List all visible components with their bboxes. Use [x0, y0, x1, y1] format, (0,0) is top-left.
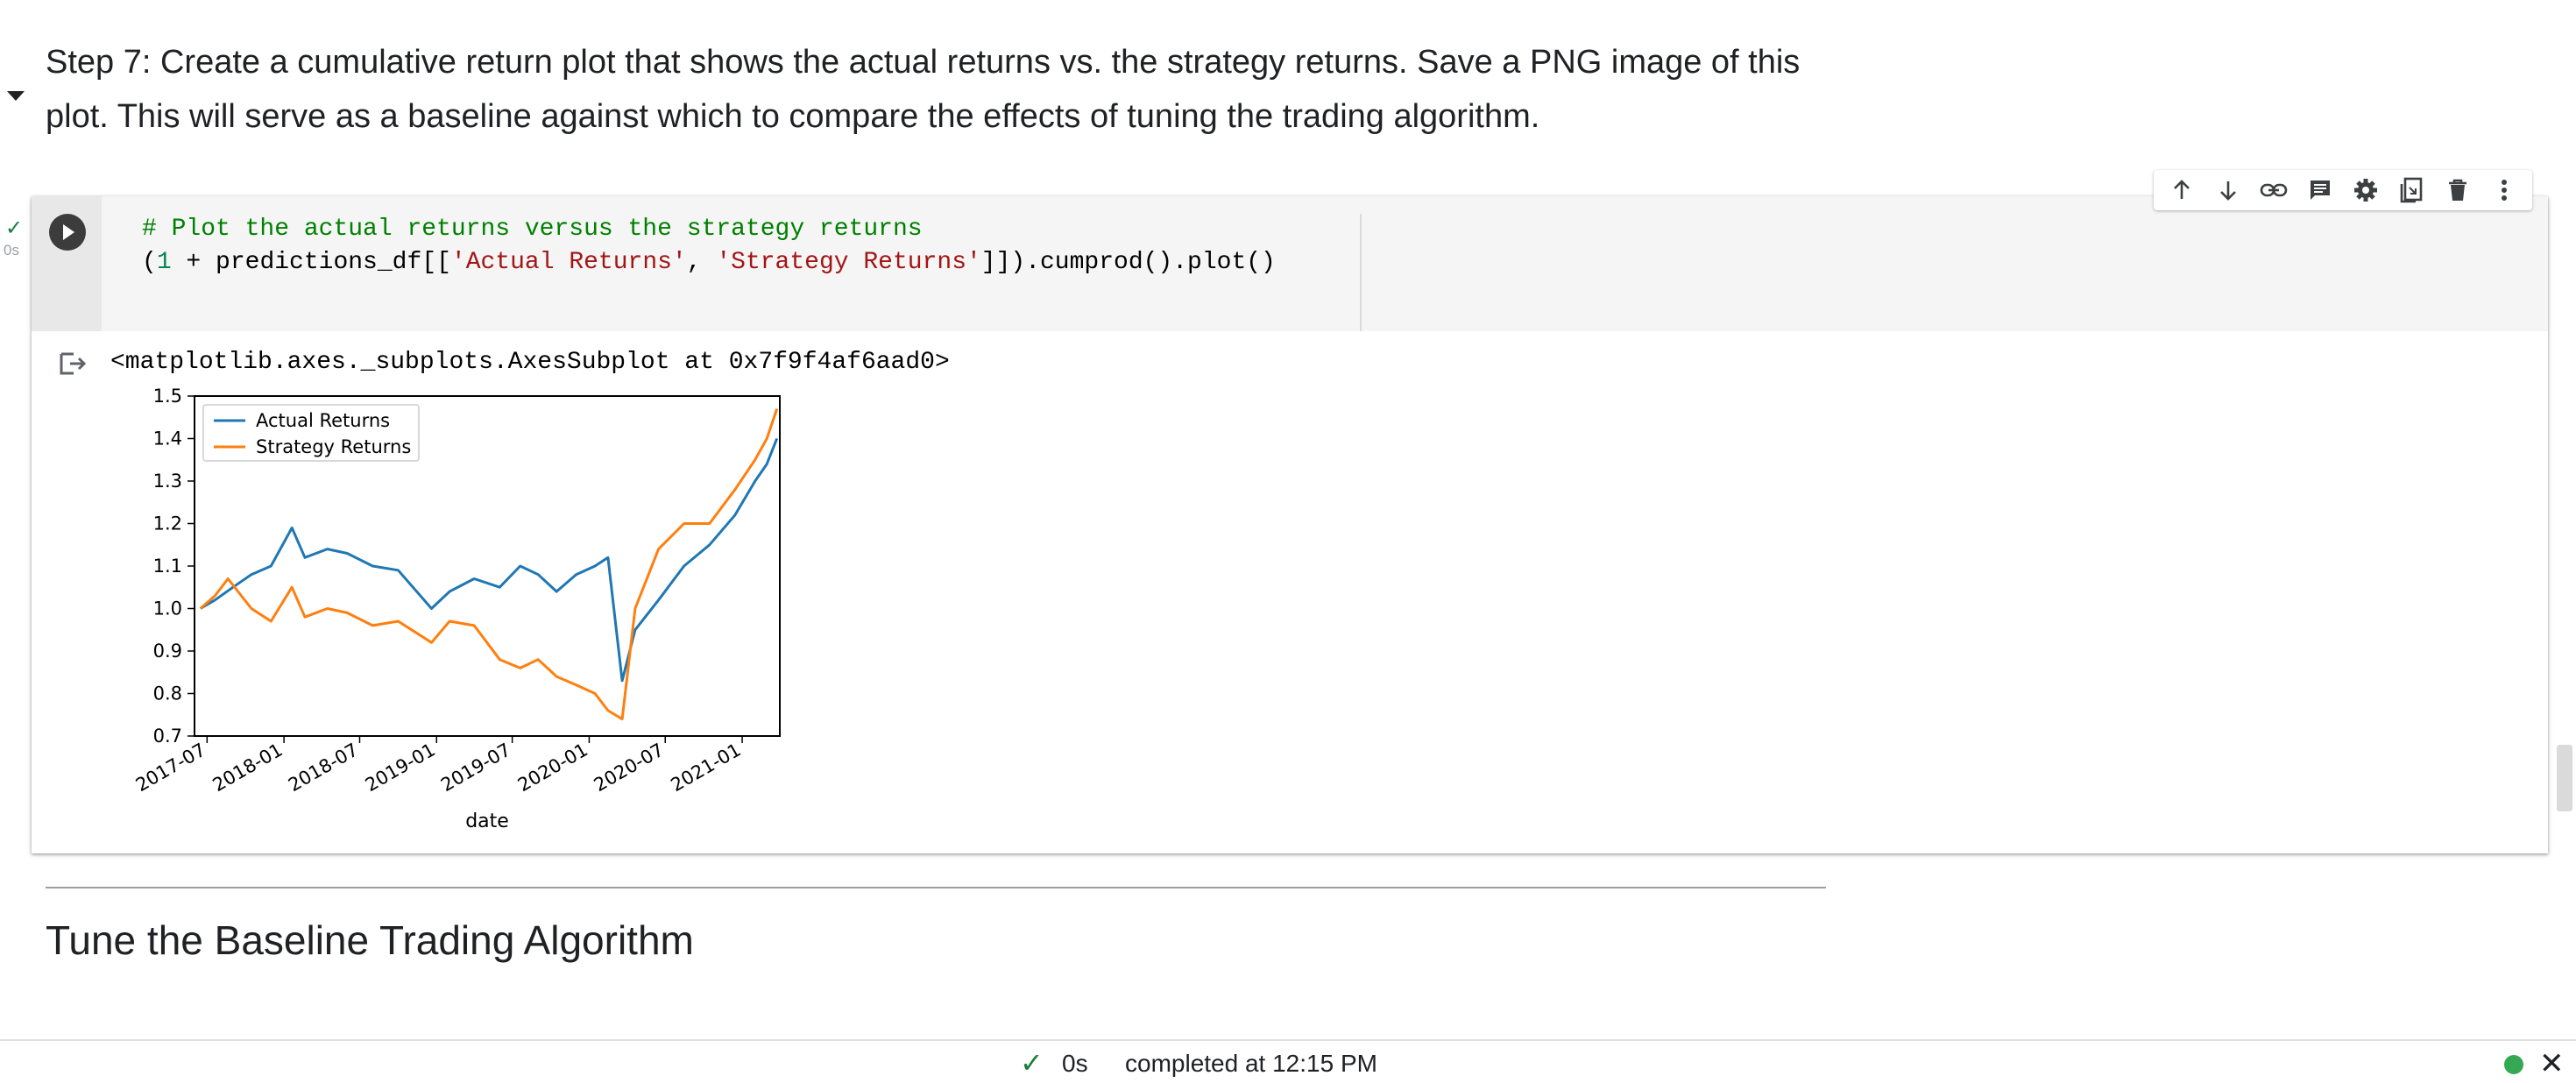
x-axis-ticks: 2017-07 2018-012018-07 2019-012019-07 2020-… [132, 736, 745, 796]
code-cell[interactable]: # Plot the actual returns versus the str… [32, 196, 2548, 853]
vertical-scrollbar-thumb[interactable] [2557, 745, 2572, 811]
move-cell-down-button[interactable] [2209, 173, 2247, 208]
x-tick-label: 2018-07 [285, 740, 362, 796]
code-string-actual: 'Actual Returns' [450, 249, 687, 276]
link-icon [2260, 183, 2288, 197]
arrow-up-icon [2174, 180, 2190, 199]
x-axis-label: date [465, 810, 509, 832]
code-ruler [1360, 214, 1362, 331]
status-check-icon: ✓ [1020, 1047, 1044, 1079]
chart-legend: Actual Returns Strategy Returns [202, 404, 420, 462]
x-tick-label: 2019-01 [362, 740, 439, 796]
delete-cell-button[interactable] [2438, 173, 2477, 208]
cell-gutter [32, 196, 102, 331]
y-tick-label: 1.4 [153, 428, 182, 449]
y-tick-label: 0.8 [153, 683, 182, 704]
y-tick-label: 1.1 [153, 556, 182, 577]
legend-label-actual: Actual Returns [256, 410, 390, 431]
output-repr-text: <matplotlib.axes._subplots.AxesSubplot a… [110, 349, 950, 376]
code-open-paren: ( [142, 249, 157, 276]
section-heading: Tune the Baseline Trading Algorithm [46, 917, 694, 963]
add-comment-button[interactable] [2301, 173, 2339, 208]
run-cell-button[interactable] [49, 214, 86, 251]
code-string-strategy: 'Strategy Returns' [716, 249, 981, 276]
output-redirect-icon[interactable] [58, 350, 88, 377]
cumulative-return-plot: 0.70.80.91.01.11.21.31.41.5 2017-07 2018-… [132, 386, 781, 832]
x-tick-label: 2020-01 [514, 740, 591, 796]
move-cell-up-button[interactable] [2162, 173, 2201, 208]
comment-icon [2310, 180, 2330, 200]
more-cell-actions-button[interactable] [2485, 173, 2523, 208]
section-divider [46, 887, 1826, 888]
y-tick-label: 1.5 [153, 386, 182, 407]
x-tick-label: 2021-01 [668, 740, 745, 796]
code-middle: + predictions_df[[ [171, 249, 451, 276]
link-to-cell-button[interactable] [2254, 173, 2293, 208]
code-statement-line: (1 + predictions_df[['Actual Returns', '… [142, 249, 1276, 276]
mirror-cell-icon [2400, 177, 2423, 203]
x-tick-label: 2018-01 [209, 740, 287, 796]
code-editor[interactable]: # Plot the actual returns versus the str… [102, 196, 2548, 331]
more-vert-icon [2501, 180, 2507, 201]
code-comment-line: # Plot the actual returns versus the str… [142, 216, 923, 243]
trash-icon [2449, 179, 2467, 201]
code-number: 1 [156, 249, 172, 276]
close-status-button[interactable]: ✕ [2539, 1046, 2565, 1081]
y-axis-ticks: 0.7 0.8 0.9 1.0 1.1 1.2 1.3 1.4 1.5 [153, 386, 195, 747]
x-tick-label: 2020-07 [591, 740, 668, 796]
collapse-section-arrow-icon[interactable] [7, 91, 25, 101]
y-tick-label: 1.0 [153, 598, 182, 619]
cell-toolbar [2154, 170, 2532, 210]
mirror-cell-button[interactable] [2393, 173, 2431, 208]
status-bar: ✓ 0s completed at 12:15 PM ✕ [0, 1039, 2576, 1083]
y-tick-label: 1.3 [153, 471, 182, 492]
status-exec-time: 0s [1062, 1050, 1088, 1077]
legend-label-strategy: Strategy Returns [256, 436, 411, 457]
y-tick-label: 1.2 [153, 513, 182, 534]
gear-icon [2354, 179, 2378, 202]
status-completed-text: completed at 12:15 PM [1125, 1050, 1377, 1077]
cell-settings-button[interactable] [2346, 173, 2385, 208]
code-end: ]]).cumprod().plot() [980, 249, 1276, 276]
x-tick-label: 2019-07 [437, 740, 514, 796]
execution-time-label: 0s [4, 242, 19, 258]
y-tick-label: 0.7 [153, 726, 182, 747]
y-tick-label: 0.9 [153, 641, 182, 662]
x-tick-label: 2017-07 [132, 740, 209, 796]
connection-status-dot-icon [2504, 1055, 2523, 1074]
code-comma: , [686, 249, 717, 276]
execution-success-check-icon: ✓ [5, 216, 24, 240]
markdown-step-text: Step 7: Create a cumulative return plot … [46, 44, 1801, 135]
arrow-down-icon [2219, 181, 2236, 201]
